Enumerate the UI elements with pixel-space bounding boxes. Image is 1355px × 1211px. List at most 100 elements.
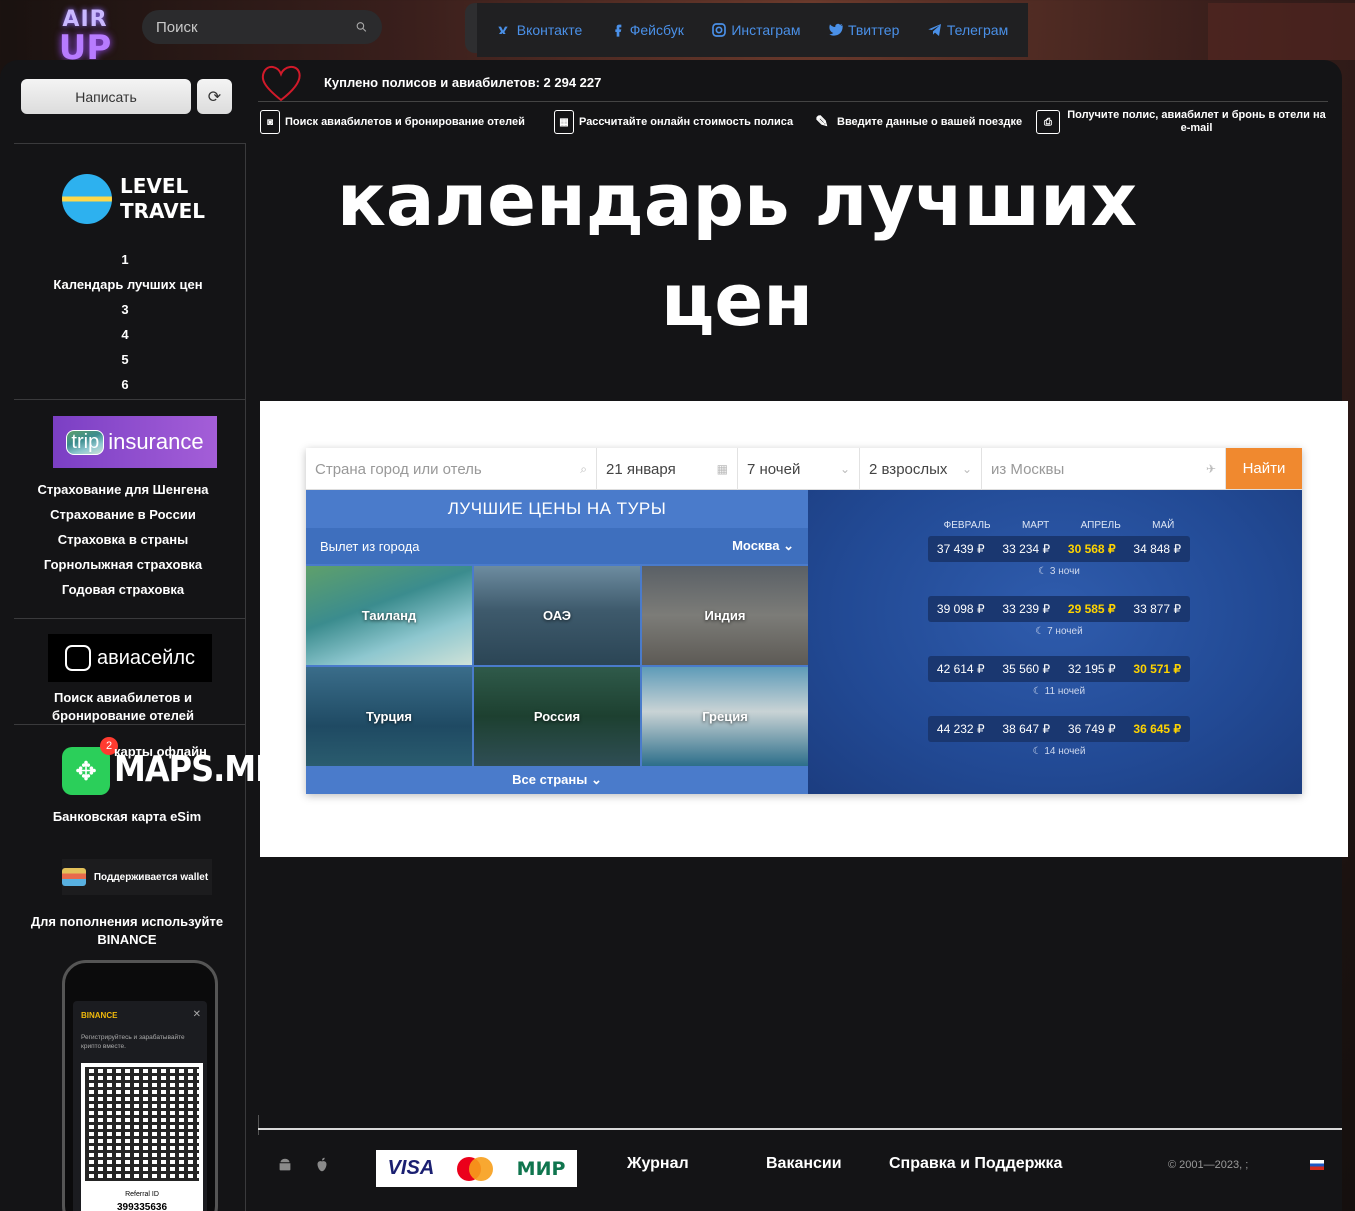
- write-button[interactable]: Написать: [21, 79, 191, 114]
- price-cell[interactable]: 36 749 ₽: [1068, 722, 1116, 736]
- destination-field[interactable]: Страна город или отель ⌕: [306, 448, 597, 490]
- divider: [14, 618, 246, 619]
- price-cell[interactable]: 30 568 ₽: [1068, 542, 1116, 556]
- departure-city: Москва ⌄: [732, 538, 794, 553]
- mapsme-logo[interactable]: ✥ 2 карты офлайн MAPS.ME: [62, 737, 277, 795]
- sidebar-item-3[interactable]: 3: [9, 297, 241, 322]
- moon-icon: ☾: [1032, 686, 1045, 697]
- price-cell[interactable]: 44 232 ₽: [937, 722, 985, 736]
- departure-row[interactable]: Вылет из города Москва ⌄: [306, 528, 808, 564]
- footer-link-journal[interactable]: Журнал: [627, 1155, 689, 1173]
- destination-greece[interactable]: Греция: [642, 667, 808, 766]
- travellers-field[interactable]: 2 взрослых ⌄: [860, 448, 982, 490]
- android-icon[interactable]: [275, 1155, 295, 1175]
- price-cell[interactable]: 42 614 ₽: [937, 662, 985, 676]
- from-city-field[interactable]: из Москвы ✈: [982, 448, 1226, 490]
- tours-widget-image: Страна город или отель ⌕ 21 января ▦ 7 ноч…: [260, 401, 1348, 857]
- month-label: МАЙ: [1152, 520, 1175, 531]
- search-box[interactable]: [142, 10, 382, 44]
- vk-icon: [498, 26, 508, 34]
- referral-box: Referral ID 399335636: [81, 1185, 203, 1211]
- refresh-button[interactable]: ⟳: [197, 79, 232, 114]
- price-cell[interactable]: 33 239 ₽: [1002, 602, 1050, 616]
- price-cell[interactable]: 35 560 ₽: [1002, 662, 1050, 676]
- price-row[interactable]: 39 098 ₽ 33 239 ₽ 29 585 ₽ 33 877 ₽: [928, 596, 1190, 622]
- phone-mockup: BINANCE ✕ Регистрируйтесь и зарабатывайт…: [62, 960, 218, 1211]
- insurance-links: Страхование для Шенгена Страхование в Ро…: [7, 477, 239, 602]
- month-label: ФЕВРАЛЬ: [943, 520, 991, 531]
- search-input[interactable]: [156, 18, 355, 36]
- payment-logos: VISA МИР: [376, 1150, 577, 1187]
- social-telegram[interactable]: Телеграм: [927, 22, 1008, 38]
- trip-logo-part1: trip: [66, 429, 105, 455]
- footer-link-vacancies[interactable]: Вакансии: [766, 1155, 842, 1173]
- referral-label: Referral ID: [125, 1191, 159, 1198]
- moon-icon: ☾: [1038, 566, 1050, 577]
- apple-icon[interactable]: [312, 1155, 332, 1175]
- airup-logo[interactable]: AIR UP: [50, 8, 120, 66]
- link-countries[interactable]: Страховка в страны: [7, 527, 239, 552]
- link-ski[interactable]: Горнолыжная страховка: [7, 552, 239, 577]
- price-row[interactable]: 42 614 ₽ 35 560 ₽ 32 195 ₽ 30 571 ₽: [928, 656, 1190, 682]
- price-cell[interactable]: 38 647 ₽: [1002, 722, 1050, 736]
- social-facebook[interactable]: Фейсбук: [610, 22, 684, 38]
- link-annual[interactable]: Годовая страховка: [7, 577, 239, 602]
- wallet-icon: [62, 868, 86, 886]
- twitter-icon: [829, 23, 843, 36]
- destination-turkey[interactable]: Турция: [306, 667, 472, 766]
- aviasales-logo[interactable]: авиасейлс: [48, 634, 212, 682]
- refresh-icon: ⟳: [207, 88, 222, 106]
- price-cell[interactable]: 37 439 ₽: [937, 542, 985, 556]
- social-instagram[interactable]: Инстаграм: [711, 22, 800, 38]
- visa-logo: VISA: [387, 1157, 435, 1179]
- step-calculate: ▦ Рассчитайте онлайн стоимость полиса: [554, 110, 812, 134]
- steps-bar: ◙ Поиск авиабилетов и бронирование отеле…: [258, 104, 1333, 140]
- title-line1: календарь лучших: [336, 158, 1138, 242]
- tour-search-widget: Страна город или отель ⌕ 21 января ▦ 7 ноч…: [306, 448, 1302, 794]
- price-cell[interactable]: 32 195 ₽: [1068, 662, 1116, 676]
- price-cell[interactable]: 36 645 ₽: [1133, 722, 1181, 736]
- price-cell[interactable]: 34 848 ₽: [1133, 542, 1181, 556]
- find-button[interactable]: Найти: [1226, 448, 1302, 489]
- destination-russia[interactable]: Россия: [474, 667, 640, 766]
- price-row[interactable]: 44 232 ₽ 38 647 ₽ 36 749 ₽ 36 645 ₽: [928, 716, 1190, 742]
- level-travel-logo[interactable]: LEVEL TRAVEL: [62, 174, 205, 224]
- aviasales-text[interactable]: Поиск авиабилетов и бронирование отелей: [7, 689, 239, 725]
- social-vk[interactable]: Вконтакте: [497, 22, 582, 38]
- social-links: Вконтакте Фейсбук Инстаграм Твиттер Теле…: [477, 3, 1028, 57]
- link-schengen[interactable]: Страхование для Шенгена: [7, 477, 239, 502]
- binance-text: Для пополнения используйте BINANCE: [30, 914, 224, 947]
- destination-india[interactable]: Индия: [642, 566, 808, 665]
- link-russia[interactable]: Страхование в России: [7, 502, 239, 527]
- divider: [14, 724, 246, 725]
- price-cell[interactable]: 33 877 ₽: [1133, 602, 1181, 616]
- price-cell[interactable]: 29 585 ₽: [1068, 602, 1116, 616]
- sidebar-item-4[interactable]: 4: [9, 322, 241, 347]
- bank-card-text[interactable]: Банковская карта eSim: [28, 808, 226, 826]
- sidebar-item-5[interactable]: 5: [9, 347, 241, 372]
- ru-flag-icon[interactable]: [1310, 1160, 1324, 1170]
- date-field[interactable]: 21 января ▦: [597, 448, 738, 490]
- nights-field[interactable]: 7 ночей ⌄: [738, 448, 860, 490]
- price-cell[interactable]: 39 098 ₽: [937, 602, 985, 616]
- divider: [14, 399, 246, 400]
- search-icon[interactable]: [355, 18, 368, 36]
- nights-label: ☾ 3 ночи: [1038, 566, 1080, 577]
- trip-logo-part2: insurance: [108, 429, 204, 454]
- price-cell[interactable]: 33 234 ₽: [1002, 542, 1050, 556]
- sidebar-item-calendar[interactable]: Календарь лучших цен: [9, 272, 241, 297]
- sidebar-item-6[interactable]: 6: [9, 372, 241, 397]
- price-cell[interactable]: 30 571 ₽: [1133, 662, 1181, 676]
- destination-uae[interactable]: ОАЭ: [474, 566, 640, 665]
- trip-insurance-logo[interactable]: trip insurance: [53, 416, 217, 468]
- social-twitter[interactable]: Твиттер: [828, 22, 899, 38]
- nights-label: ☾ 14 ночей: [1032, 746, 1086, 757]
- step-search: ◙ Поиск авиабилетов и бронирование отеле…: [258, 110, 554, 134]
- month-label: АПРЕЛЬ: [1080, 520, 1121, 531]
- sidebar-item-1[interactable]: 1: [9, 247, 241, 272]
- price-row[interactable]: 37 439 ₽ 33 234 ₽ 30 568 ₽ 34 848 ₽: [928, 536, 1190, 562]
- all-countries-link[interactable]: Все страны ⌄: [306, 766, 808, 794]
- destination-thailand[interactable]: Таиланд: [306, 566, 472, 665]
- footer-link-support[interactable]: Справка и Поддержка: [889, 1155, 1062, 1173]
- sun-icon: [62, 174, 112, 224]
